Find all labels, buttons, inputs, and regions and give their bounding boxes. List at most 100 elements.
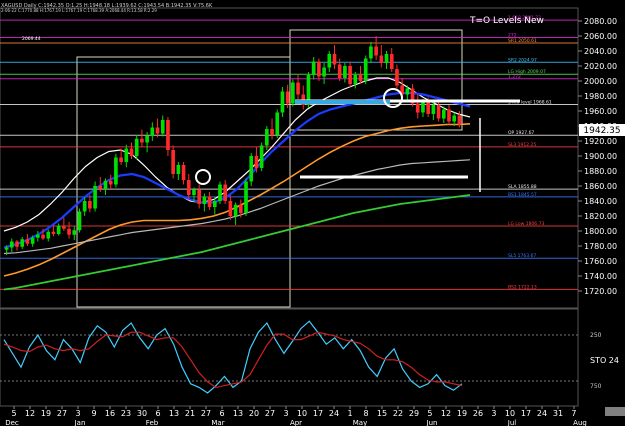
header-sub-line: 2-06-22 C:1770.88 H:1767.19 L:1767.19 C:… [1,8,157,13]
candle-body [98,186,103,189]
stoch-label: STO 24 [590,356,619,365]
time-tick-label: 3 [75,409,80,418]
candle-body [259,145,264,168]
candle-body [379,55,384,63]
candle-body [25,239,30,244]
candle-body [192,189,196,195]
candle-body [77,211,82,231]
panel-title: T=O Levels New [469,16,544,26]
candle-body [384,54,389,63]
last-price-label: 1942.35 [583,126,620,136]
candle-body [317,61,321,77]
time-tick-label: 31 [553,409,563,418]
time-tick-label: 12 [441,409,451,418]
candle-body [171,150,175,174]
candle-body [441,109,446,119]
candle-body [4,247,9,250]
time-tick-label: 10 [297,409,307,418]
time-tick-label: 27 [201,409,211,418]
price-tick-label: 1780.00 [584,242,617,251]
month-label: May [353,419,367,426]
candle-body [114,157,118,185]
price-tick-label: 2040.00 [584,47,617,56]
candle-body [20,239,25,247]
price-chart: 1.618 2081.23272SR1 2050.61SR2 2024.97LG… [0,0,625,426]
time-tick-label: 19 [41,409,51,418]
level-label: SL5 1763.67 [508,253,536,259]
candle-body [36,234,40,238]
price-tick-label: 1880.00 [584,167,617,176]
candle-body [415,103,420,113]
time-tick-label: 21 [185,409,195,418]
candle-body [119,157,123,162]
candle-body [291,82,295,104]
candle-body [447,109,451,122]
candle-body [280,91,285,113]
candle-body [275,112,280,135]
candle-body [223,184,228,201]
month-label: Apr [290,419,302,426]
level-label: SL3 1912.25 [508,142,536,148]
candle-body [93,186,97,209]
level-label: 272 [508,33,517,39]
candle-body [436,105,441,119]
price-tick-label: 1920.00 [584,137,617,146]
price-tick-label: 1720.00 [584,287,617,296]
time-tick-label: 22 [393,409,403,418]
candle-body [67,228,71,235]
candle-body [197,189,201,204]
candle-body [431,105,436,114]
stoch-tick-750: 750 [590,383,602,390]
candle-body [374,46,378,56]
candle-body [337,64,342,78]
candle-body [51,231,56,234]
price-tick-label: 2020.00 [584,62,617,71]
candle-body [348,66,352,84]
level-label: 1.272 [508,74,521,80]
candle-body [150,127,155,136]
level-label: SR2 2024.97 [508,57,537,63]
stoch-tick-250: 250 [590,332,602,339]
time-tick-label: 6 [219,409,224,418]
candle-body [452,115,457,122]
candle-body [181,165,186,180]
time-tick-label: 7 [571,409,576,418]
candle-body [72,230,77,235]
price-tick-label: 2080.00 [584,17,617,26]
candle-body [103,180,108,189]
price-tick-label: 1860.00 [584,182,617,191]
scroll-corner[interactable] [605,407,625,416]
candle-body [124,148,129,162]
month-label: Jan [74,419,86,426]
candle-body [311,61,316,75]
candle-body [218,184,222,201]
time-tick-label: 26 [473,409,483,418]
candle-body [353,75,358,84]
time-tick-label: 6 [155,409,160,418]
candle-body [56,225,61,234]
candle-body [228,201,233,216]
candle-body [322,67,326,77]
candle-body [327,54,332,68]
time-tick-label: 5 [427,409,432,418]
time-tick-label: 27 [57,409,67,418]
time-tick-label: 1 [347,409,352,418]
candle-body [426,102,430,114]
candle-body [30,237,35,244]
price-tick-label: 1960.00 [584,107,617,116]
price-tick-label: 2060.00 [584,32,617,41]
candle-body [15,241,19,247]
month-label: Feb [146,419,159,426]
time-tick-label: 24 [537,409,547,418]
candle-body [129,148,134,156]
level-label: SR1 2050.61 [508,38,537,44]
chart-window: 1.618 2081.23 272 SR1 2050.61 SR2 2024.97 LG… [0,0,625,426]
level-label: SLA 1855.88 [508,184,537,190]
price-tick-label: 1800.00 [584,227,617,236]
candle-body [369,46,373,59]
time-tick-label: 8 [363,409,368,418]
candle-body [207,196,212,207]
candle-body [46,231,51,239]
candle-body [82,201,87,212]
price-tick-label: 1840.00 [584,197,617,206]
